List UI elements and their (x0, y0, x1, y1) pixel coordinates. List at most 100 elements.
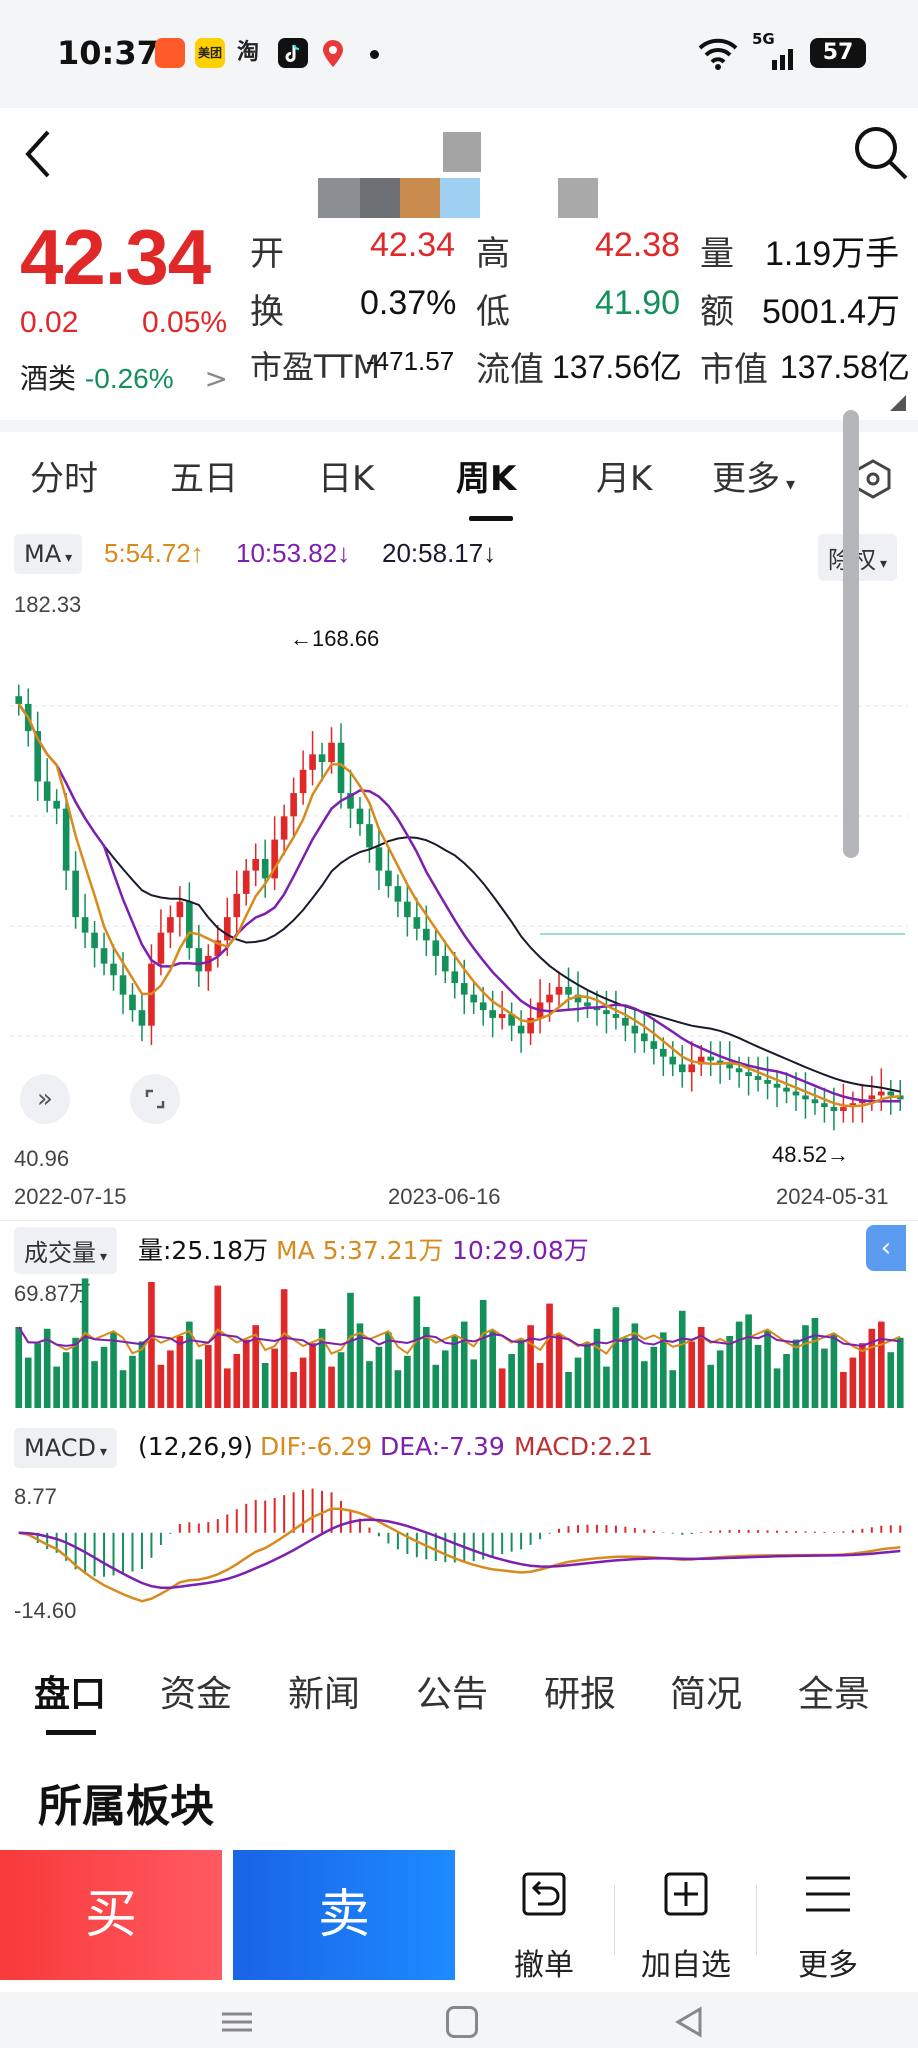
sector-link[interactable]: 酒类 -0.26% > (20, 357, 228, 397)
candle-body (830, 1107, 838, 1111)
collapse-panel-button[interactable]: ‹ (866, 1225, 906, 1271)
back-button[interactable] (18, 126, 58, 182)
volume-bar (299, 1357, 307, 1408)
market-cap-label: 市值 (700, 350, 768, 390)
caret-down-icon: ▾ (100, 1249, 108, 1265)
volume-bar (764, 1330, 771, 1408)
expand-corner-icon[interactable] (890, 395, 906, 411)
volume-bar (309, 1343, 316, 1408)
tab-research[interactable]: 研报 (544, 1640, 616, 1750)
volume-bar (223, 1368, 231, 1408)
candle-body (840, 1107, 847, 1111)
add-watchlist-button[interactable]: 加自选 (626, 1860, 746, 1983)
caret-down-icon: ▾ (65, 550, 73, 566)
fullscreen-icon[interactable] (130, 1074, 180, 1124)
candle-body (707, 1056, 715, 1061)
tab-more[interactable]: 更多 ▾ (712, 438, 795, 520)
open-value: 42.34 (370, 226, 456, 264)
cancel-order-button[interactable]: 撤单 (484, 1860, 604, 1983)
volume-value: 量:25.18万 (138, 1236, 268, 1265)
tab-five-day[interactable]: 五日 (170, 438, 238, 520)
tab-overview[interactable]: 全景 (798, 1640, 870, 1750)
fast-forward-icon[interactable]: » (20, 1074, 70, 1124)
candle-body (186, 901, 193, 949)
candle-body (726, 1064, 733, 1069)
tab-announcements[interactable]: 公告 (416, 1640, 488, 1750)
detail-tabs: 盘口 资金 新闻 公告 研报 简况 全景 (0, 1640, 918, 1750)
volume-bar (811, 1318, 819, 1408)
ma5-line (17, 703, 901, 1108)
candle-body (328, 742, 335, 763)
volume-select-label: 成交量 (24, 1239, 96, 1267)
volume-select[interactable]: 成交量 ▾ (14, 1227, 118, 1274)
add-favorite-icon (664, 1872, 708, 1916)
candle-body (72, 870, 79, 918)
indicator-select[interactable]: MA ▾ (14, 534, 83, 574)
tab-news[interactable]: 新闻 (288, 1640, 360, 1750)
volume-bar (119, 1370, 127, 1408)
volume-bar (659, 1332, 667, 1408)
tab-weekly-k[interactable]: 周K (456, 438, 516, 520)
system-nav (0, 1992, 918, 2048)
volume-bar (783, 1354, 790, 1408)
candle-body (110, 963, 117, 976)
search-button[interactable] (852, 124, 910, 182)
candle-body (783, 1087, 790, 1092)
buy-button[interactable]: 买 (0, 1850, 222, 1980)
volume-bar (688, 1341, 696, 1408)
caret-down-icon: ▾ (99, 1444, 107, 1460)
volume-bar (584, 1343, 591, 1408)
back-nav-icon[interactable] (674, 2006, 704, 2038)
candle-body (498, 1014, 506, 1018)
candle-body (811, 1099, 819, 1104)
stock-title-censored (318, 122, 602, 222)
tab-intraday[interactable]: 分时 (30, 438, 98, 520)
tab-monthly-k[interactable]: 月K (596, 438, 652, 520)
tiktok-icon (278, 38, 308, 68)
divider (614, 1885, 615, 1955)
volume-bar (565, 1372, 572, 1408)
more-actions-button[interactable]: 更多 (768, 1860, 888, 1983)
candle-body (622, 1017, 629, 1026)
candle-body (546, 994, 553, 1003)
turnover-value: 0.37% (360, 284, 457, 322)
candle-body (290, 793, 297, 817)
macd-select[interactable]: MACD ▾ (14, 1428, 117, 1468)
volume-bar (498, 1368, 506, 1408)
candle-body (138, 1010, 146, 1026)
candle-body (299, 769, 307, 794)
volume-bar (650, 1346, 658, 1408)
status-bar: 10:37 美团 淘 5G 57 (0, 0, 918, 108)
sell-button[interactable]: 卖 (233, 1850, 455, 1980)
candle-body (555, 986, 563, 995)
volume-bar (631, 1323, 639, 1408)
ma10-value: 10:53.82↓ (236, 538, 351, 568)
volume-bar (290, 1372, 297, 1408)
home-icon[interactable] (446, 2006, 478, 2038)
volume-bar (612, 1307, 620, 1408)
volume-bar (366, 1361, 373, 1408)
chevron-right-icon: > (204, 362, 229, 395)
caret-down-icon: ▾ (786, 474, 796, 495)
volume-bar (261, 1363, 269, 1408)
candle-body (868, 1095, 876, 1100)
volume-bar (404, 1355, 411, 1408)
ma20-value: 20:58.17↓ (382, 538, 497, 568)
candle-body (176, 901, 184, 918)
active-detail-tab-indicator (46, 1730, 96, 1735)
divider (756, 1885, 757, 1955)
volume-bars (15, 1278, 904, 1408)
volume-bar (641, 1361, 648, 1408)
high-value: 42.38 (595, 226, 681, 264)
tab-funds[interactable]: 资金 (160, 1640, 232, 1750)
price-change-pct: 0.05% (142, 306, 228, 339)
tab-daily-k[interactable]: 日K (318, 438, 374, 520)
recent-apps-icon[interactable] (222, 2010, 252, 2034)
volume-bar (754, 1345, 762, 1408)
volume-bar (176, 1336, 184, 1408)
tab-profile[interactable]: 简况 (670, 1640, 742, 1750)
volume-bar (337, 1352, 345, 1408)
chart-scrollbar[interactable] (843, 410, 859, 858)
candle-body (280, 816, 288, 840)
open-label: 开 (250, 234, 284, 274)
